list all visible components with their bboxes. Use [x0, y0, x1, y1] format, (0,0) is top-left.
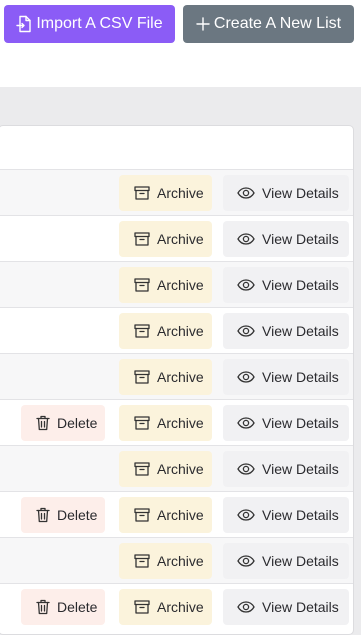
archive-button[interactable]: Archive [119, 313, 212, 349]
file-import-icon [16, 15, 32, 33]
trash-icon [36, 599, 50, 615]
view-details-button[interactable]: View Details [223, 175, 349, 211]
archive-button[interactable]: Archive [119, 497, 212, 533]
archive-label: Archive [157, 507, 204, 523]
archive-label: Archive [157, 231, 204, 247]
archive-label: Archive [157, 599, 204, 615]
lists-table: Archive View Details Archive View Details Ar… [0, 125, 354, 635]
eye-icon [237, 325, 255, 337]
trash-icon [36, 415, 50, 431]
delete-label: Delete [57, 599, 98, 615]
archive-label: Archive [157, 415, 204, 431]
archive-button[interactable]: Archive [119, 405, 212, 441]
view-details-button[interactable]: View Details [223, 359, 349, 395]
view-details-label: View Details [262, 185, 339, 201]
archive-label: Archive [157, 277, 204, 293]
archive-button[interactable]: Archive [119, 267, 212, 303]
archive-box-icon [134, 324, 150, 338]
archive-button[interactable]: Archive [119, 359, 212, 395]
archive-label: Archive [157, 461, 204, 477]
archive-label: Archive [157, 553, 204, 569]
archive-box-icon [134, 232, 150, 246]
table-row: Archive View Details [0, 170, 353, 216]
view-details-label: View Details [262, 415, 339, 431]
view-details-button[interactable]: View Details [223, 267, 349, 303]
eye-icon [237, 555, 255, 567]
eye-icon [237, 601, 255, 613]
eye-icon [237, 371, 255, 383]
eye-icon [237, 417, 255, 429]
top-bar: Import A CSV File Create A New List [0, 0, 361, 87]
view-details-button[interactable]: View Details [223, 221, 349, 257]
view-details-label: View Details [262, 369, 339, 385]
delete-label: Delete [57, 507, 98, 523]
eye-icon [237, 233, 255, 245]
view-details-button[interactable]: View Details [223, 497, 349, 533]
trash-icon [36, 507, 50, 523]
archive-box-icon [134, 600, 150, 614]
archive-label: Archive [157, 323, 204, 339]
table-row: Archive View Details [0, 538, 353, 584]
eye-icon [237, 463, 255, 475]
archive-box-icon [134, 462, 150, 476]
archive-box-icon [134, 416, 150, 430]
archive-box-icon [134, 554, 150, 568]
table-row: Archive View Details [0, 308, 353, 354]
eye-icon [237, 279, 255, 291]
view-details-label: View Details [262, 553, 339, 569]
view-details-label: View Details [262, 599, 339, 615]
view-details-button[interactable]: View Details [223, 589, 349, 625]
eye-icon [237, 187, 255, 199]
import-csv-button[interactable]: Import A CSV File [4, 5, 175, 43]
plus-icon [196, 17, 210, 31]
view-details-label: View Details [262, 231, 339, 247]
archive-button[interactable]: Archive [119, 221, 212, 257]
table-row: Delete Archive View Details [0, 400, 353, 446]
archive-button[interactable]: Archive [119, 543, 212, 579]
view-details-label: View Details [262, 323, 339, 339]
table-row: Archive View Details [0, 354, 353, 400]
eye-icon [237, 509, 255, 521]
table-row: Archive View Details [0, 262, 353, 308]
archive-button[interactable]: Archive [119, 451, 212, 487]
import-csv-label: Import A CSV File [36, 15, 163, 32]
view-details-label: View Details [262, 277, 339, 293]
archive-box-icon [134, 508, 150, 522]
view-details-button[interactable]: View Details [223, 451, 349, 487]
archive-box-icon [134, 370, 150, 384]
archive-label: Archive [157, 185, 204, 201]
table-header [0, 126, 353, 170]
delete-button[interactable]: Delete [21, 405, 105, 441]
archive-button[interactable]: Archive [119, 175, 212, 211]
table-row: Archive View Details [0, 216, 353, 262]
table-body: Archive View Details Archive View Details Ar… [0, 170, 353, 630]
view-details-button[interactable]: View Details [223, 313, 349, 349]
view-details-button[interactable]: View Details [223, 405, 349, 441]
archive-box-icon [134, 278, 150, 292]
view-details-button[interactable]: View Details [223, 543, 349, 579]
archive-button[interactable]: Archive [119, 589, 212, 625]
view-details-label: View Details [262, 461, 339, 477]
delete-button[interactable]: Delete [21, 589, 105, 625]
create-list-button[interactable]: Create A New List [183, 5, 354, 43]
view-details-label: View Details [262, 507, 339, 523]
delete-label: Delete [57, 415, 98, 431]
table-row: Archive View Details [0, 446, 353, 492]
table-row: Delete Archive View Details [0, 492, 353, 538]
archive-box-icon [134, 186, 150, 200]
archive-label: Archive [157, 369, 204, 385]
table-row: Delete Archive View Details [0, 584, 353, 630]
create-list-label: Create A New List [213, 15, 342, 32]
delete-button[interactable]: Delete [21, 497, 105, 533]
